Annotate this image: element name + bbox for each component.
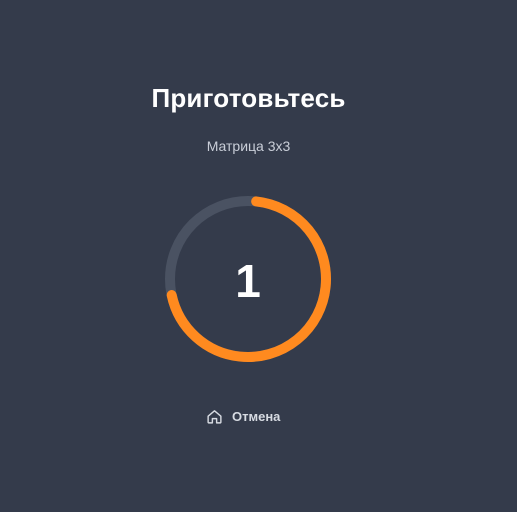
matrix-size-label: Матрица 3x3 — [206, 138, 291, 154]
page-title: Приготовьтесь — [151, 83, 346, 113]
countdown-number: 1 — [235, 254, 261, 307]
countdown-screen: Приготовьтесь Матрица 3x3 1 Отмена — [0, 0, 517, 512]
cancel-label: Отмена — [232, 408, 281, 424]
home-icon — [206, 408, 223, 425]
cancel-button[interactable]: Отмена — [198, 402, 288, 430]
countdown-timer: 1 — [165, 196, 331, 362]
